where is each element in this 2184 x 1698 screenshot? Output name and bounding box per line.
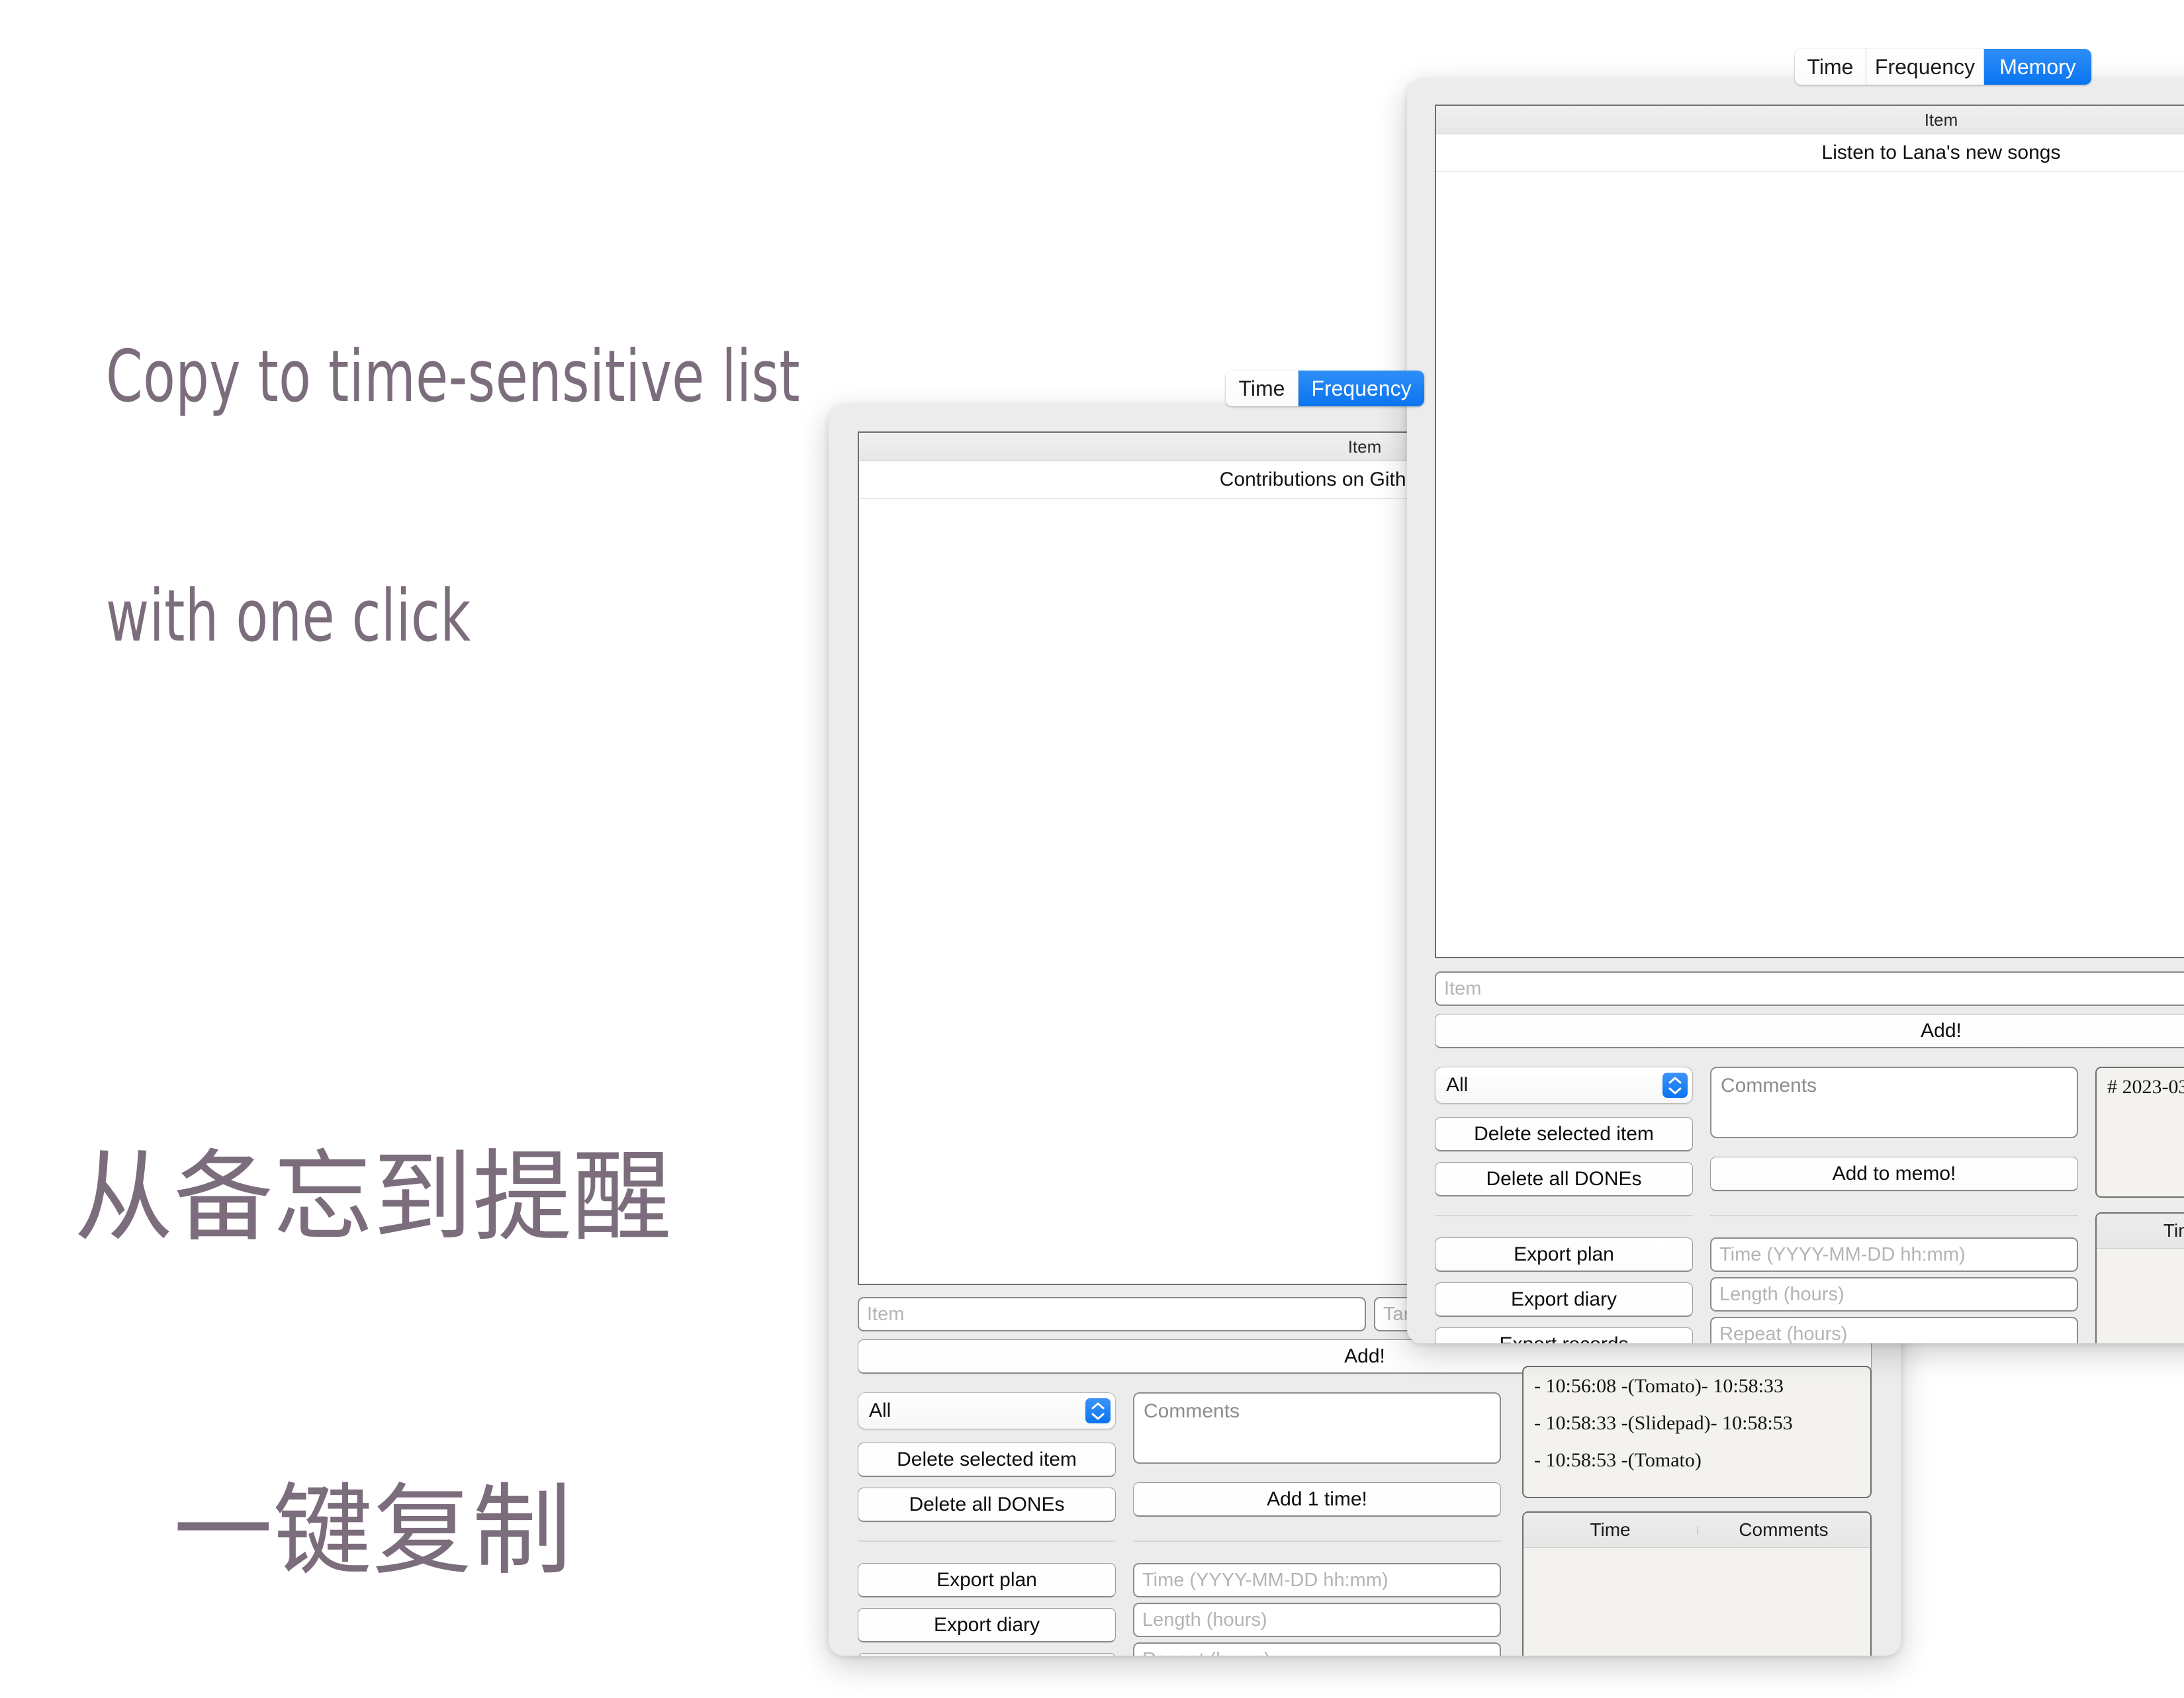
activity-log-frequency[interactable]: - 10:56:08 -(Tomato)- 10:58:33 - 10:58:3… — [1522, 1366, 1872, 1498]
promo-headline-english: Copy to time-sensitive list with one cli… — [106, 199, 800, 749]
chevron-updown-icon-memory[interactable] — [1662, 1073, 1688, 1098]
repeat-input-placeholder-memory: Repeat (hours) — [1719, 1323, 1848, 1344]
export-diary-button-memory[interactable]: Export diary — [1435, 1282, 1693, 1317]
filter-popup-value-memory: All — [1446, 1074, 1469, 1096]
divider-left-memory — [1435, 1215, 1693, 1216]
records-table-header-frequency: Time Comments — [1524, 1513, 1870, 1548]
records-table-memory[interactable]: Time Comments — [2095, 1212, 2184, 1343]
records-table-column-comments-frequency: Comments — [1697, 1519, 1870, 1541]
time-input-placeholder-memory: Time (YYYY-MM-DD hh:mm) — [1719, 1243, 1966, 1265]
repeat-input-memory[interactable]: Repeat (hours) — [1710, 1317, 2078, 1343]
time-input-frequency[interactable]: Time (YYYY-MM-DD hh:mm) — [1133, 1563, 1501, 1597]
records-table-header-memory: Time Comments — [2097, 1214, 2184, 1249]
log-line: - 10:58:33 -(Slidepad)- 10:58:53 — [1534, 1412, 1793, 1434]
repeat-input-placeholder-frequency: Repeat (hours) — [1142, 1649, 1270, 1656]
export-plan-button-frequency[interactable]: Export plan — [858, 1563, 1116, 1597]
length-input-memory[interactable]: Length (hours) — [1710, 1277, 2078, 1312]
records-table-column-time-frequency: Time — [1590, 1519, 1631, 1540]
tab-memory-memory-window[interactable]: Memory — [1984, 49, 2091, 85]
add-to-memo-button-memory[interactable]: Add to memo! — [1710, 1157, 2078, 1191]
log-line: - 10:56:08 -(Tomato)- 10:58:33 — [1534, 1375, 1784, 1397]
add-one-time-button-frequency[interactable]: Add 1 time! — [1133, 1482, 1501, 1517]
delete-selected-item-button-frequency[interactable]: Delete selected item — [858, 1443, 1116, 1477]
window-memory[interactable]: Item Listen to Lana's new songs Item Add… — [1407, 79, 2184, 1343]
export-records-button-frequency[interactable]: Export records — [858, 1653, 1116, 1656]
list-item[interactable]: Listen to Lana's new songs — [1436, 134, 2184, 172]
tabbar-frequency-window[interactable]: Time Frequency — [1226, 371, 1424, 406]
chevron-updown-icon-frequency[interactable] — [1085, 1398, 1111, 1423]
item-list-column-header-memory: Item — [1436, 106, 2184, 134]
time-input-placeholder-frequency: Time (YYYY-MM-DD hh:mm) — [1142, 1569, 1388, 1591]
delete-all-dones-button-frequency[interactable]: Delete all DONEs — [858, 1488, 1116, 1522]
tab-frequency-frequency-window[interactable]: Frequency — [1298, 371, 1424, 406]
length-input-placeholder-memory: Length (hours) — [1719, 1283, 1844, 1305]
filter-popup-frequency[interactable]: All — [858, 1392, 1116, 1429]
length-input-frequency[interactable]: Length (hours) — [1133, 1603, 1501, 1637]
item-input-placeholder-frequency: Item — [867, 1303, 905, 1325]
tab-frequency-memory-window[interactable]: Frequency — [1866, 49, 1984, 85]
item-input-frequency[interactable]: Item — [858, 1297, 1366, 1331]
divider-left-frequency — [858, 1541, 1116, 1542]
comments-textarea-memory[interactable]: Comments — [1710, 1067, 2078, 1138]
filter-popup-value-frequency: All — [869, 1400, 891, 1421]
memo-panel-memory[interactable]: # 2023-03- — [2095, 1067, 2184, 1198]
add-button-memory[interactable]: Add! — [1435, 1014, 2184, 1048]
repeat-input-frequency[interactable]: Repeat (hours) — [1133, 1642, 1501, 1656]
comments-textarea-frequency[interactable]: Comments — [1133, 1392, 1501, 1464]
log-line: - 10:58:53 -(Tomato) — [1534, 1449, 1702, 1471]
promo-headline-zh-line-1: 从备忘到提醒 — [74, 1140, 672, 1255]
item-input-memory[interactable]: Item — [1435, 971, 2184, 1006]
comments-placeholder-memory: Comments — [1721, 1075, 1817, 1096]
promo-headline-zh-line-2: 一键复制 — [173, 1474, 572, 1589]
export-records-button-memory[interactable]: Export records — [1435, 1327, 1693, 1343]
export-plan-button-memory[interactable]: Export plan — [1435, 1237, 1693, 1272]
length-input-placeholder-frequency: Length (hours) — [1142, 1609, 1267, 1631]
delete-all-dones-button-memory[interactable]: Delete all DONEs — [1435, 1162, 1693, 1196]
divider-middle-frequency — [1133, 1541, 1501, 1542]
promo-headline-line-1: Copy to time-sensitive list — [106, 335, 801, 418]
export-diary-button-frequency[interactable]: Export diary — [858, 1608, 1116, 1642]
item-input-placeholder-memory: Item — [1444, 977, 1482, 999]
divider-middle-memory — [1710, 1215, 2078, 1216]
delete-selected-item-button-memory[interactable]: Delete selected item — [1435, 1117, 1693, 1151]
tabbar-memory-window[interactable]: Time Frequency Memory — [1795, 49, 2091, 85]
time-input-memory[interactable]: Time (YYYY-MM-DD hh:mm) — [1710, 1237, 2078, 1272]
memo-line: # 2023-03- — [2107, 1076, 2184, 1098]
records-table-frequency[interactable]: Time Comments — [1522, 1511, 1872, 1656]
promo-headline-chinese: 从备忘到提醒 一键复制 — [74, 920, 672, 1698]
tab-time-memory-window[interactable]: Time — [1795, 49, 1866, 85]
records-table-column-time-memory: Time — [2163, 1220, 2184, 1241]
filter-popup-memory[interactable]: All — [1435, 1067, 1693, 1104]
tab-time-frequency-window[interactable]: Time — [1226, 371, 1298, 406]
item-list-memory[interactable]: Item Listen to Lana's new songs — [1435, 105, 2184, 958]
comments-placeholder-frequency: Comments — [1144, 1400, 1240, 1422]
promo-headline-line-2: with one click — [106, 575, 471, 658]
